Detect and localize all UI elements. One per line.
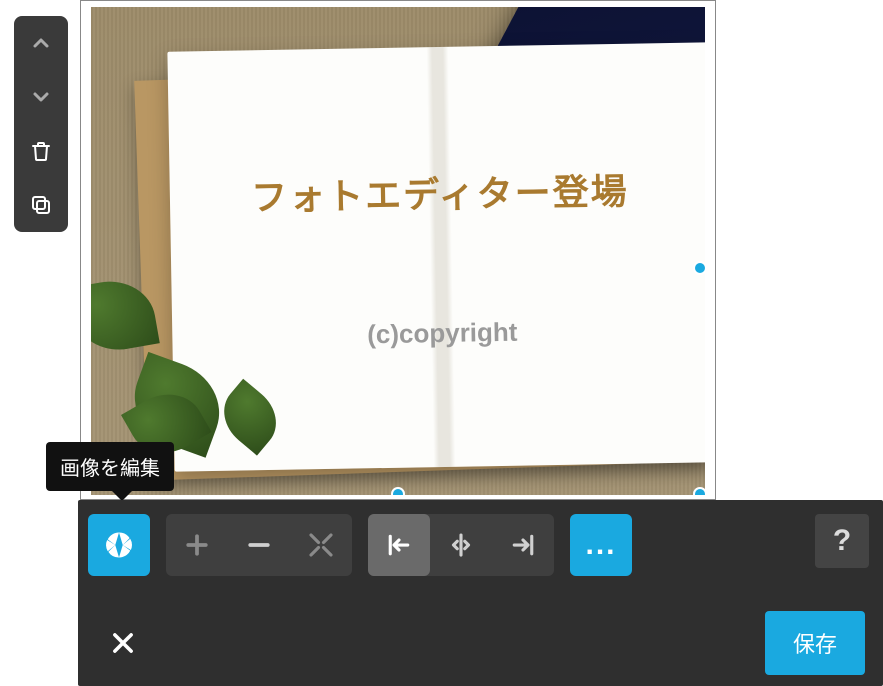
subtract-button[interactable] (228, 514, 290, 576)
trash-icon (29, 139, 53, 163)
delete-button[interactable] (24, 134, 58, 168)
ellipsis-icon: ... (585, 528, 616, 562)
expand-icon (306, 530, 336, 560)
resize-handle-corner[interactable] (693, 487, 705, 495)
edit-image-button[interactable] (88, 514, 150, 576)
edit-image-tooltip: 画像を編集 (46, 442, 174, 491)
minus-icon (244, 530, 274, 560)
action-row: 保存 (78, 600, 883, 686)
move-down-button[interactable] (24, 80, 58, 114)
tool-row: ... (88, 512, 632, 578)
resize-handle-right[interactable] (693, 261, 705, 275)
help-label: ? (833, 524, 851, 558)
chevron-down-icon (29, 85, 53, 109)
align-center-button[interactable] (430, 514, 492, 576)
add-button[interactable] (166, 514, 228, 576)
transform-group (166, 514, 352, 576)
image-canvas[interactable]: フォトエディター登場 (c)copyright (91, 7, 705, 495)
expand-button[interactable] (290, 514, 352, 576)
bottom-toolbar: ... ? 保存 (78, 500, 883, 686)
aperture-icon (104, 530, 134, 560)
help-button[interactable]: ? (815, 514, 869, 568)
close-icon (109, 629, 137, 657)
align-right-icon (508, 530, 538, 560)
canvas-title-text: フォトエディター登場 (251, 162, 629, 221)
canvas-frame: フォトエディター登場 (c)copyright (80, 0, 716, 500)
chevron-up-icon (29, 31, 53, 55)
align-right-button[interactable] (492, 514, 554, 576)
more-options-button[interactable]: ... (570, 514, 632, 576)
resize-handle-bottom[interactable] (391, 487, 405, 495)
side-toolbar (14, 16, 68, 232)
canvas-copyright-text: (c)copyright (367, 316, 518, 350)
duplicate-button[interactable] (24, 188, 58, 222)
align-left-button[interactable] (368, 514, 430, 576)
tooltip-label: 画像を編集 (60, 458, 160, 480)
save-label: 保存 (793, 632, 837, 657)
plus-icon (182, 530, 212, 560)
save-button[interactable]: 保存 (765, 611, 865, 675)
close-button[interactable] (96, 616, 150, 670)
align-left-icon (384, 530, 414, 560)
align-center-icon (446, 530, 476, 560)
move-up-button[interactable] (24, 26, 58, 60)
align-group (368, 514, 554, 576)
copy-icon (29, 193, 53, 217)
